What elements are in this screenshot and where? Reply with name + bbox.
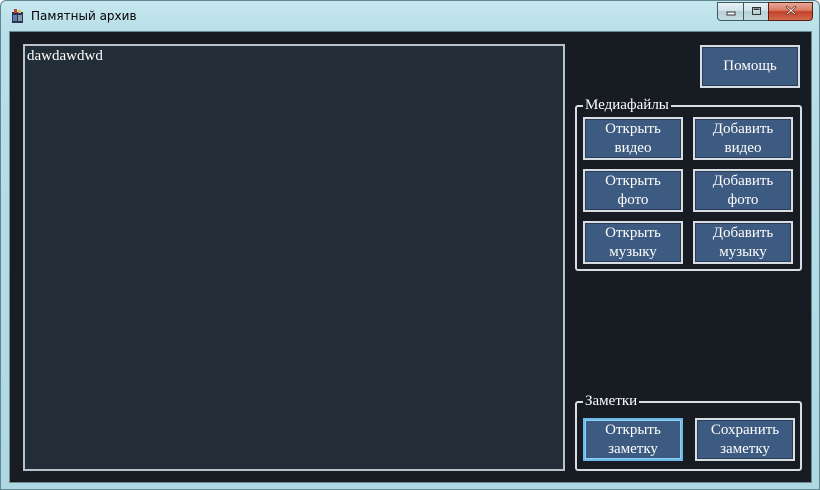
open-photo-button[interactable]: Открыть фото bbox=[583, 169, 683, 212]
add-music-button[interactable]: Добавить музыку bbox=[693, 221, 793, 264]
notes-group: Заметки Открыть заметку Сохранить заметк… bbox=[575, 393, 802, 471]
add-photo-button[interactable]: Добавить фото bbox=[693, 169, 793, 212]
title-bar[interactable]: Памятный архив bbox=[1, 1, 819, 31]
media-group: Медиафайлы Открыть видео Добавить видео … bbox=[575, 97, 802, 271]
help-button[interactable]: Помощь bbox=[700, 45, 800, 88]
app-icon bbox=[10, 8, 25, 24]
maximize-button[interactable] bbox=[743, 2, 768, 21]
close-icon bbox=[785, 3, 797, 21]
minimize-icon bbox=[726, 3, 736, 21]
open-video-button[interactable]: Открыть видео bbox=[583, 117, 683, 160]
media-group-title: Медиафайлы bbox=[583, 97, 671, 114]
close-button[interactable] bbox=[768, 2, 813, 21]
open-note-button[interactable]: Открыть заметку bbox=[583, 418, 683, 461]
window-controls bbox=[717, 2, 813, 21]
open-music-button[interactable]: Открыть музыку bbox=[583, 221, 683, 264]
note-text-area[interactable] bbox=[23, 44, 565, 471]
client-area: Помощь Медиафайлы Открыть видео Добавить… bbox=[9, 31, 812, 483]
minimize-button[interactable] bbox=[717, 2, 743, 21]
app-window: Памятный архив Помо bbox=[0, 0, 820, 490]
notes-group-title: Заметки bbox=[583, 393, 640, 410]
add-video-button[interactable]: Добавить видео bbox=[693, 117, 793, 160]
maximize-icon bbox=[751, 3, 762, 21]
window-title: Памятный архив bbox=[31, 9, 137, 23]
save-note-button[interactable]: Сохранить заметку bbox=[695, 418, 795, 461]
